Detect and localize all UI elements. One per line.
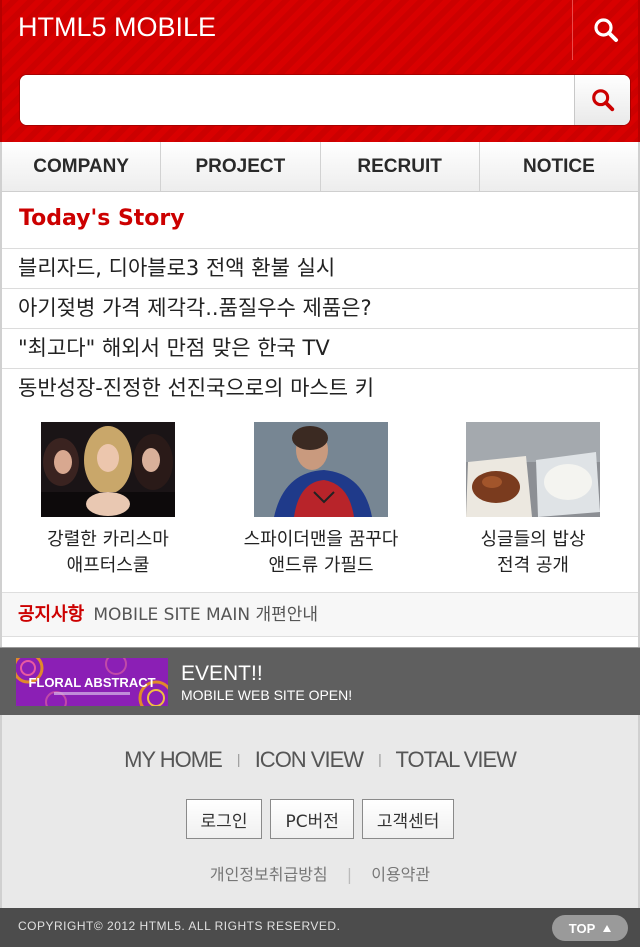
thumbnail-caption-line: 전격 공개 (497, 555, 569, 576)
footer-separator: | (378, 751, 382, 767)
footer-link-icon-view[interactable]: ICON VIEW (255, 747, 364, 772)
main-content: Today's Story 블리자드, 디아블로3 전액 환불 실시 아기젖병 … (0, 192, 640, 647)
thumbnail-caption-line: 애프터스쿨 (66, 555, 150, 576)
main-nav: COMPANY PROJECT RECRUIT NOTICE (0, 142, 640, 192)
thumbnail-item[interactable]: 강렬한 카리스마 애프터스쿨 (8, 422, 208, 579)
thumbnail-item[interactable]: 스파이더맨을 꿈꾸다 앤드류 가필드 (221, 422, 421, 579)
thumbnail-caption-line: 강렬한 카리스마 (47, 529, 169, 550)
thumbnail-row: 강렬한 카리스마 애프터스쿨 스파이더맨을 꿈꾸다 앤드류 가필드 싱글들의 밥… (2, 422, 638, 582)
event-banner[interactable]: FLORAL ABSTRACT EVENT!! MOBILE WEB SITE … (0, 647, 640, 715)
story-list: 블리자드, 디아블로3 전액 환불 실시 아기젖병 가격 제각각..품질우수 제… (2, 248, 638, 408)
footer-separator: | (346, 865, 353, 884)
thumbnail-caption: 스파이더맨을 꿈꾸다 앤드류 가필드 (221, 527, 421, 579)
login-button[interactable]: 로그인 (185, 799, 263, 839)
notice-text: MOBILE SITE MAIN 개편안내 (93, 605, 319, 625)
pc-version-button[interactable]: PC버전 (270, 799, 354, 839)
footer-separator: | (236, 751, 241, 767)
footer: MY HOME | ICON VIEW | TOTAL VIEW 로그인 PC버… (0, 715, 640, 908)
nav-item-company[interactable]: COMPANY (2, 142, 162, 191)
search-icon (591, 89, 614, 112)
thumbnail-caption: 강렬한 카리스마 애프터스쿨 (8, 527, 208, 579)
thumbnail-caption: 싱글들의 밥상 전격 공개 (433, 527, 633, 579)
thumbnail-group-photo (41, 422, 175, 517)
header: HTML5 MOBILE (0, 0, 640, 142)
story-title: Today's Story (19, 206, 185, 231)
arrow-up-icon (603, 924, 612, 932)
nav-item-project[interactable]: PROJECT (161, 142, 321, 191)
thumbnail-item[interactable]: 싱글들의 밥상 전격 공개 (433, 422, 633, 579)
thumbnail-caption-line: 스파이더맨을 꿈꾸다 (243, 529, 399, 550)
story-item[interactable]: "최고다" 해외서 만점 맞은 한국 TV (2, 328, 638, 368)
notice-bar[interactable]: 공지사항 MOBILE SITE MAIN 개편안내 (2, 592, 638, 637)
footer-policy-links: 개인정보취급방침 | 이용약관 (2, 861, 638, 885)
header-search-button[interactable] (572, 0, 638, 60)
nav-item-notice[interactable]: NOTICE (480, 142, 638, 191)
footer-buttons: 로그인 PC버전 고객센터 (2, 799, 638, 839)
terms-link[interactable]: 이용약관 (371, 865, 430, 884)
search-icon (593, 18, 618, 42)
story-item[interactable]: 아기젖병 가격 제각각..품질우수 제품은? (2, 288, 638, 328)
footer-link-total-view[interactable]: TOTAL VIEW (396, 747, 517, 772)
thumbnail-caption-line: 앤드류 가필드 (268, 555, 374, 576)
scroll-top-button[interactable]: TOP (552, 915, 628, 941)
thumbnail-spiderman-photo (254, 422, 388, 517)
story-item[interactable]: 동반성장-진정한 선진국으로의 마스트 키 (2, 368, 638, 408)
customer-center-button[interactable]: 고객센터 (361, 799, 455, 839)
privacy-policy-link[interactable]: 개인정보취급방침 (210, 865, 328, 884)
event-subtitle: MOBILE WEB SITE OPEN! (181, 687, 353, 703)
copyright-text: COPYRIGHT© 2012 HTML5. ALL RIGHTS RESERV… (18, 919, 341, 933)
footer-links: MY HOME | ICON VIEW | TOTAL VIEW (2, 747, 638, 773)
top-label: TOP (568, 920, 596, 936)
search-box (19, 74, 631, 126)
thumbnail-food-photo (466, 422, 600, 517)
thumbnail-caption-line: 싱글들의 밥상 (480, 529, 586, 550)
search-submit-button[interactable] (574, 75, 630, 125)
site-logo[interactable]: HTML5 MOBILE (18, 12, 216, 43)
nav-item-recruit[interactable]: RECRUIT (321, 142, 480, 191)
notice-label: 공지사항 (18, 604, 85, 625)
event-title: EVENT!! (181, 662, 263, 685)
event-banner-image: FLORAL ABSTRACT (16, 658, 168, 706)
story-item[interactable]: 블리자드, 디아블로3 전액 환불 실시 (2, 248, 638, 288)
footer-link-my-home[interactable]: MY HOME (124, 747, 223, 772)
event-banner-text: FLORAL ABSTRACT (28, 675, 155, 690)
search-input[interactable] (20, 75, 575, 125)
copyright-bar: COPYRIGHT© 2012 HTML5. ALL RIGHTS RESERV… (0, 908, 640, 947)
